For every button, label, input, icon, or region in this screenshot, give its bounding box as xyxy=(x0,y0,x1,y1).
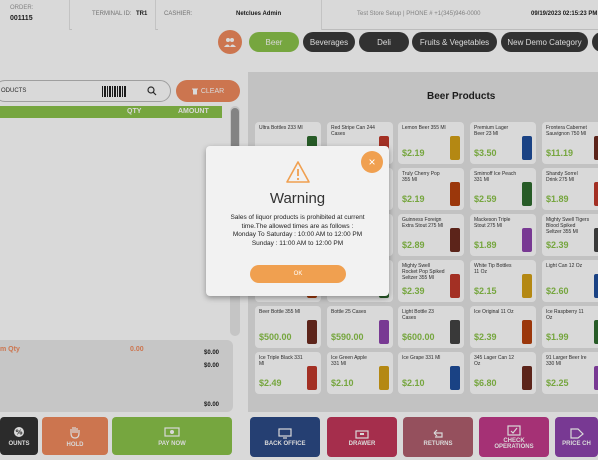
modal-message: Sales of liquor products is prohibited a… xyxy=(210,214,385,248)
modal-line-3: Monday To Saturday : 10:00 AM to 12:00 P… xyxy=(232,231,363,238)
warning-icon xyxy=(286,161,310,183)
modal-line-1: Sales of liquor products is prohibited a… xyxy=(230,214,365,221)
close-button[interactable]: × xyxy=(361,151,383,173)
modal-line-4: Sunday : 11:00 AM to 12:00 PM xyxy=(251,239,344,247)
modal-line-2: time.The allowed times are as follows : xyxy=(241,222,354,230)
modal-title: Warning xyxy=(269,190,326,207)
ok-button[interactable]: OK xyxy=(250,265,346,283)
